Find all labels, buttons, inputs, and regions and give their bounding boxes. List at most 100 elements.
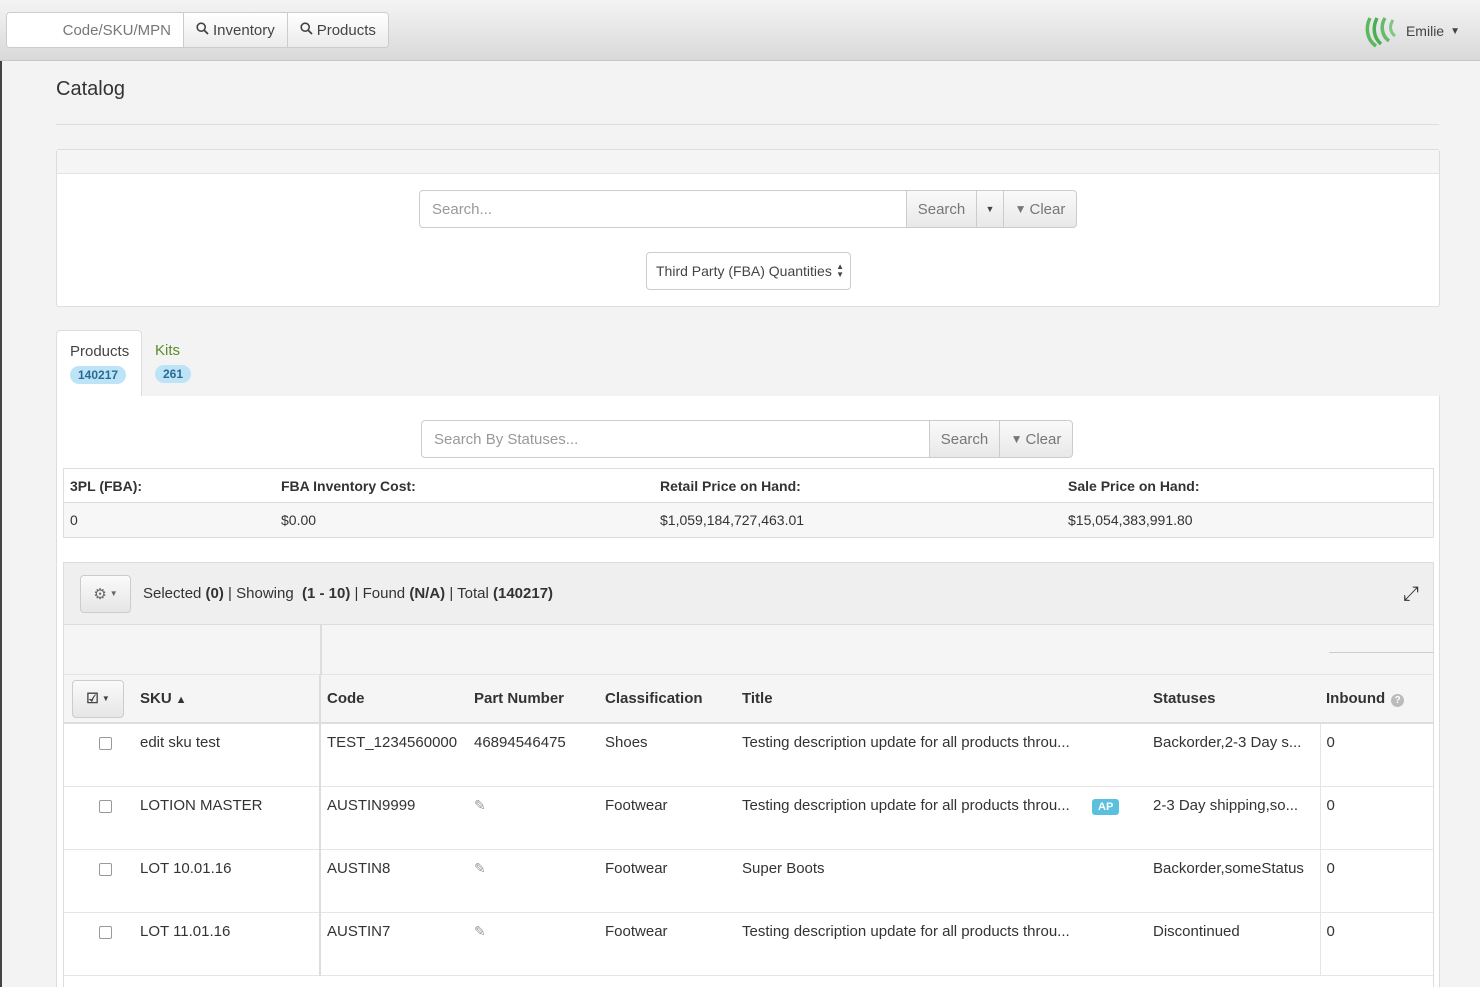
grid-toolbar: ⚙ ▼ Selected (0) | Showing (1 - 10) | Fo… [64, 563, 1433, 625]
cell-title: Testing description update for all produ… [742, 734, 1070, 751]
catalog-tabs: Products 140217 Kits 261 [56, 330, 204, 398]
search-icon [300, 21, 313, 39]
row-checkbox[interactable] [99, 925, 112, 939]
clear-label: Clear [1025, 430, 1062, 448]
panel-header [57, 150, 1439, 174]
summary-header: Sale Price on Hand: [1068, 477, 1200, 494]
search-button[interactable]: Search [907, 190, 977, 228]
column-header-code[interactable]: Code [319, 675, 468, 724]
brand-logo-icon [1365, 17, 1396, 48]
table-row[interactable]: edit sku test TEST_1234560000 4689454647… [64, 723, 1433, 786]
row-checkbox[interactable] [99, 862, 112, 876]
user-menu[interactable]: Emilie ▼ [1364, 14, 1460, 48]
products-table: ☑ ▼ SKU ▲ Code Part Number Classification … [64, 675, 1433, 976]
grid-settings-button[interactable]: ⚙ ▼ [80, 574, 131, 613]
caret-down-icon: ▼ [985, 204, 995, 214]
grid-subheader [64, 625, 1433, 675]
column-header-badge [1086, 675, 1147, 724]
column-header-part-number[interactable]: Part Number [468, 675, 599, 724]
selected-label: Selected [143, 585, 202, 602]
search-panel: Search ▼ ▼ Clear Third Party (FBA) Quant… [56, 149, 1440, 307]
cell-code: AUSTIN9999 [319, 786, 468, 849]
cell-classification: Footwear [605, 796, 668, 814]
cell-statuses: Discontinued [1153, 922, 1240, 940]
cell-sku: LOTION MASTER [140, 796, 263, 814]
clear-label: Clear [1029, 200, 1066, 218]
cell-statuses: Backorder,2-3 Day s... [1153, 734, 1302, 751]
title-divider [56, 124, 1439, 125]
clear-button[interactable]: ▼ Clear [1004, 190, 1077, 228]
code-sku-mpn-field[interactable]: Code/SKU/MPN [7, 13, 183, 47]
cell-inbound: 0 [1319, 786, 1433, 849]
checkbox-checked-icon: ☑ [86, 690, 99, 706]
summary-header: Retail Price on Hand: [660, 477, 801, 494]
table-row[interactable]: LOT 11.01.16 AUSTIN7 ✎ Footwear Testing … [64, 912, 1433, 975]
cell-statuses: Backorder,someStatus [1153, 859, 1304, 877]
tab-products[interactable]: Products 140217 [56, 330, 142, 398]
cell-title: Super Boots [742, 859, 825, 877]
summary-value: $0.00 [281, 512, 317, 528]
total-count: (140217) [492, 585, 554, 602]
products-grid: ⚙ ▼ Selected (0) | Showing (1 - 10) | Fo… [63, 562, 1434, 987]
summary-header: 3PL (FBA): [70, 477, 143, 494]
expand-icon[interactable]: ⤢ [1403, 583, 1419, 606]
top-navbar: Code/SKU/MPN Inventory Products Emilie ▼ [0, 0, 1480, 61]
cell-badge [1086, 912, 1147, 975]
bulk-select-button[interactable]: ☑ ▼ [72, 679, 124, 718]
row-checkbox[interactable] [99, 799, 112, 813]
cell-badge [1086, 849, 1147, 912]
summary-value: 0 [70, 512, 78, 528]
filter-icon: ▼ [1014, 202, 1027, 216]
window-edge [0, 60, 2, 987]
column-header-inbound[interactable]: Inbound? [1320, 675, 1433, 724]
count-badge: 261 [155, 365, 192, 383]
pencil-icon[interactable]: ✎ [474, 860, 486, 876]
select-arrows-icon: ▲ ▼ [836, 262, 844, 279]
selected-count: (0) [205, 585, 224, 602]
pencil-icon[interactable]: ✎ [474, 797, 486, 813]
cell-part-number[interactable]: ✎ [468, 849, 599, 912]
cell-statuses: 2-3 Day shipping,so... [1153, 796, 1299, 814]
catalog-search-input[interactable] [419, 190, 907, 228]
found-label: Found [362, 585, 406, 602]
table-row[interactable]: LOTION MASTER AUSTIN9999 ✎ Footwear Test… [64, 786, 1433, 849]
inventory-search-button[interactable]: Inventory [183, 13, 287, 47]
cell-title: Testing description update for all produ… [742, 922, 1070, 940]
summary-value: $1,059,184,727,463.01 [660, 512, 805, 528]
chevron-down-icon: ▼ [1450, 25, 1460, 37]
cell-classification: Shoes [605, 734, 648, 751]
ap-badge: AP [1092, 798, 1120, 815]
row-checkbox[interactable] [99, 737, 112, 750]
cell-classification: Footwear [605, 859, 668, 877]
quantity-type-select[interactable]: Third Party (FBA) Quantities ▲ ▼ [646, 252, 851, 290]
count-badge: 140217 [70, 366, 127, 384]
status-search-group: Search ▼ Clear [421, 420, 1073, 458]
filter-icon: ▼ [1010, 432, 1023, 446]
status-search-input[interactable] [421, 420, 930, 458]
tab-kits[interactable]: Kits 261 [142, 330, 204, 398]
cell-inbound: 0 [1319, 723, 1433, 786]
caret-down-icon: ▼ [101, 694, 110, 703]
products-search-button[interactable]: Products [286, 13, 388, 47]
cell-code: AUSTIN7 [319, 912, 468, 975]
cell-code: TEST_1234560000 [319, 723, 468, 786]
cell-sku: LOT 11.01.16 [140, 922, 231, 940]
status-clear-button[interactable]: ▼ Clear [1000, 420, 1073, 458]
cell-part-number[interactable]: ✎ [468, 912, 599, 975]
help-icon[interactable]: ? [1391, 694, 1405, 707]
column-header-statuses[interactable]: Statuses [1147, 675, 1320, 724]
column-header-title[interactable]: Title [736, 675, 1086, 724]
column-header-sku[interactable]: SKU ▲ [134, 675, 320, 724]
cell-part-number[interactable]: ✎ [468, 786, 599, 849]
page-title: Catalog [56, 78, 125, 100]
column-header-classification[interactable]: Classification [599, 675, 736, 724]
status-search-button[interactable]: Search [930, 420, 1000, 458]
search-options-dropdown[interactable]: ▼ [977, 190, 1004, 228]
pencil-icon[interactable]: ✎ [474, 923, 486, 939]
cell-classification: Footwear [605, 922, 668, 940]
showing-range: (1 - 10) [302, 585, 351, 602]
table-row[interactable]: LOT 10.01.16 AUSTIN8 ✎ Footwear Super Bo… [64, 849, 1433, 912]
user-name: Emilie [1405, 23, 1445, 39]
tab-content: Search ▼ Clear 3PL (FBA): FBA Inventory … [56, 396, 1440, 987]
tab-label: Products [70, 343, 130, 360]
